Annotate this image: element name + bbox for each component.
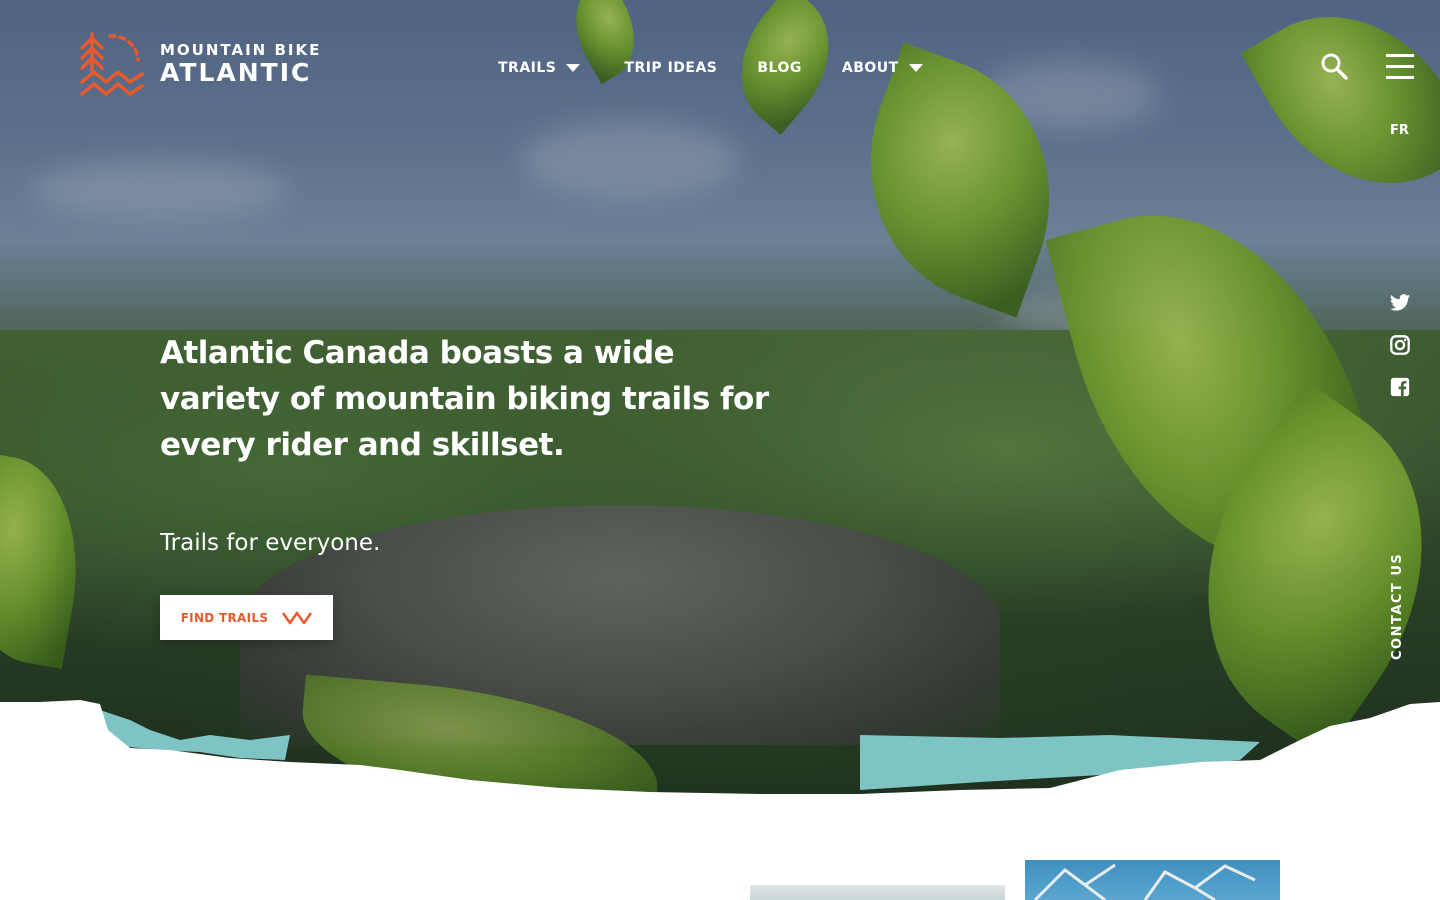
logo-wordmark: MOUNTAIN BIKE ATLANTIC bbox=[160, 41, 321, 87]
tree-branches-image bbox=[1033, 863, 1256, 900]
find-trails-label: FIND TRAILS bbox=[180, 610, 269, 625]
nav-item-label: TRAILS bbox=[498, 60, 557, 76]
menu-button[interactable] bbox=[1386, 54, 1414, 80]
search-button[interactable] bbox=[1320, 52, 1348, 80]
facebook-icon bbox=[1390, 377, 1410, 397]
thumbnail-image[interactable] bbox=[750, 885, 1005, 900]
nav-item-trails[interactable]: TRAILS bbox=[498, 58, 581, 78]
nav-item-blog[interactable]: BLOG bbox=[757, 58, 802, 78]
nav-item-label: TRIP IDEAS bbox=[624, 60, 718, 76]
hamburger-line bbox=[1386, 76, 1414, 79]
hamburger-menu-icon bbox=[1386, 54, 1414, 57]
nav-item-about[interactable]: ABOUT bbox=[842, 58, 923, 78]
caret-down-icon bbox=[566, 64, 581, 72]
nav-item-trip-ideas[interactable]: TRIP IDEAS bbox=[624, 58, 717, 78]
hamburger-line bbox=[1386, 65, 1414, 68]
hero-subhead: Trails for everyone. bbox=[160, 530, 381, 556]
contact-us-tab[interactable]: CONTACT US bbox=[1390, 548, 1412, 660]
caret-down-icon bbox=[908, 64, 923, 72]
hero-headline: Atlantic Canada boasts a wide variety of… bbox=[160, 335, 769, 463]
twitter-icon bbox=[1389, 294, 1411, 311]
facebook-link[interactable] bbox=[1389, 376, 1411, 398]
logo-line-1: MOUNTAIN BIKE bbox=[160, 41, 322, 59]
search-icon bbox=[1321, 53, 1348, 80]
instagram-link[interactable] bbox=[1389, 334, 1411, 356]
logo-mark-icon bbox=[80, 32, 144, 97]
find-trails-button[interactable]: FIND TRAILS bbox=[160, 595, 333, 640]
instagram-icon bbox=[1390, 335, 1410, 355]
nav-item-label: ABOUT bbox=[841, 60, 899, 76]
site-logo[interactable]: MOUNTAIN BIKE ATLANTIC bbox=[80, 30, 321, 98]
mountain-zigzag-icon bbox=[282, 611, 313, 624]
logo-line-2: ATLANTIC bbox=[160, 58, 312, 87]
nav-item-label: BLOG bbox=[757, 60, 802, 76]
language-toggle[interactable]: FR bbox=[1390, 123, 1409, 138]
thumbnail-image[interactable] bbox=[1025, 860, 1280, 900]
twitter-link[interactable] bbox=[1389, 292, 1411, 314]
contact-us-label: CONTACT US bbox=[1390, 552, 1405, 660]
main-nav: TRAILS TRIP IDEAS BLOG ABOUT bbox=[498, 58, 923, 78]
